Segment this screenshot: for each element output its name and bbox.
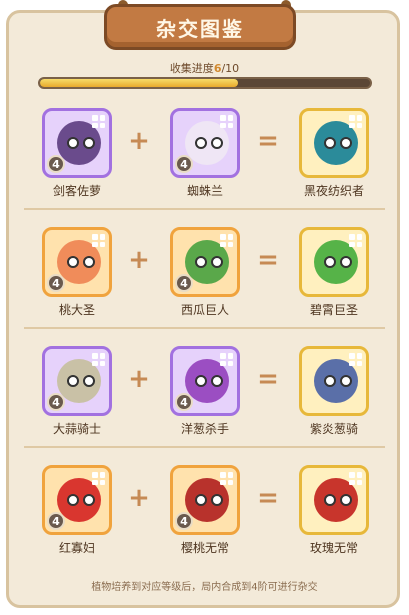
plant-eye: [324, 494, 336, 506]
plant-name: 玫瑰无常: [309, 541, 358, 555]
progress-fill: [40, 79, 238, 87]
grid-icon: [92, 472, 105, 485]
hybrid-result-card[interactable]: [299, 346, 369, 416]
grid-icon: [92, 353, 105, 366]
plant-eye: [83, 494, 95, 506]
plus-icon: +: [128, 126, 150, 156]
grid-icon: [349, 234, 362, 247]
plant-eye: [67, 137, 79, 149]
progress-bar: [38, 77, 372, 89]
plant-eye: [195, 137, 207, 149]
plus-icon: +: [128, 245, 150, 275]
progress-label-text: 收集进度: [169, 62, 214, 75]
plant-eye: [67, 494, 79, 506]
progress-label: 收集进度6/10: [0, 60, 409, 76]
grid-icon: [349, 353, 362, 366]
plant-eye: [195, 494, 207, 506]
parent-plant-card[interactable]: 4: [42, 108, 112, 178]
plant-eye: [83, 137, 95, 149]
level-badge: 4: [47, 393, 65, 411]
row-divider: [24, 446, 385, 448]
plant-eye: [211, 494, 223, 506]
hybrid-result-card[interactable]: [299, 465, 369, 535]
plant-name: 碧霄巨圣: [309, 303, 358, 317]
grid-icon: [92, 115, 105, 128]
plant-name: 樱桃无常: [180, 541, 229, 555]
parent-plant-card[interactable]: 4: [42, 465, 112, 535]
level-badge: 4: [47, 274, 65, 292]
plant-name: 剑客佐萝: [52, 184, 101, 198]
plant-name: 洋葱杀手: [180, 422, 229, 436]
grid-icon: [220, 353, 233, 366]
plus-icon: +: [128, 483, 150, 513]
recipe-row: 4 红寡妇 4 樱桃无常 玫瑰无常 + =: [14, 455, 395, 567]
level-badge: 4: [47, 512, 65, 530]
plant-eye: [83, 256, 95, 268]
plant-eye: [83, 375, 95, 387]
plant-name: 桃大圣: [58, 303, 95, 317]
plant-eye: [195, 375, 207, 387]
grid-icon: [349, 472, 362, 485]
plant-name: 西瓜巨人: [180, 303, 229, 317]
page-title-banner: 杂交图鉴: [104, 4, 296, 50]
row-divider: [24, 327, 385, 329]
level-badge: 4: [175, 512, 193, 530]
equals-icon: =: [257, 364, 279, 394]
plant-eye: [324, 256, 336, 268]
plant-name: 大蒜骑士: [52, 422, 101, 436]
plant-name: 红寡妇: [58, 541, 95, 555]
grid-icon: [220, 472, 233, 485]
parent-plant-card[interactable]: 4: [42, 227, 112, 297]
level-badge: 4: [175, 274, 193, 292]
hybrid-result-card[interactable]: [299, 108, 369, 178]
plant-eye: [211, 256, 223, 268]
plant-eye: [67, 375, 79, 387]
equals-icon: =: [257, 245, 279, 275]
grid-icon: [220, 234, 233, 247]
parent-plant-card[interactable]: 4: [170, 108, 240, 178]
equals-icon: =: [257, 483, 279, 513]
plant-eye: [324, 375, 336, 387]
recipe-row: 4 大蒜骑士 4 洋葱杀手 紫炎葱骑 + =: [14, 336, 395, 448]
plant-eye: [340, 494, 352, 506]
plus-icon: +: [128, 364, 150, 394]
recipe-row: 4 剑客佐萝 4 蜘蛛兰 黑夜纺织者 + =: [14, 98, 395, 210]
recipe-row: 4 桃大圣 4 西瓜巨人 碧霄巨圣 + =: [14, 217, 395, 329]
plant-eye: [340, 256, 352, 268]
equals-icon: =: [257, 126, 279, 156]
plant-eye: [324, 137, 336, 149]
plant-name: 黑夜纺织者: [303, 184, 364, 198]
plant-eye: [340, 137, 352, 149]
progress-total: /10: [221, 62, 240, 75]
plant-name: 蜘蛛兰: [186, 184, 223, 198]
grid-icon: [92, 234, 105, 247]
page-title: 杂交图鉴: [156, 16, 244, 41]
level-badge: 4: [47, 155, 65, 173]
parent-plant-card[interactable]: 4: [170, 346, 240, 416]
plant-eye: [67, 256, 79, 268]
level-badge: 4: [175, 155, 193, 173]
row-divider: [24, 208, 385, 210]
parent-plant-card[interactable]: 4: [42, 346, 112, 416]
plant-name: 紫炎葱骑: [309, 422, 358, 436]
footer-hint: 植物培养到对应等级后，局内合成到4阶可进行杂交: [91, 582, 318, 593]
grid-icon: [349, 115, 362, 128]
grid-icon: [220, 115, 233, 128]
plant-eye: [211, 137, 223, 149]
parent-plant-card[interactable]: 4: [170, 227, 240, 297]
plant-eye: [340, 375, 352, 387]
plant-eye: [195, 256, 207, 268]
parent-plant-card[interactable]: 4: [170, 465, 240, 535]
level-badge: 4: [175, 393, 193, 411]
plant-eye: [211, 375, 223, 387]
hybrid-result-card[interactable]: [299, 227, 369, 297]
